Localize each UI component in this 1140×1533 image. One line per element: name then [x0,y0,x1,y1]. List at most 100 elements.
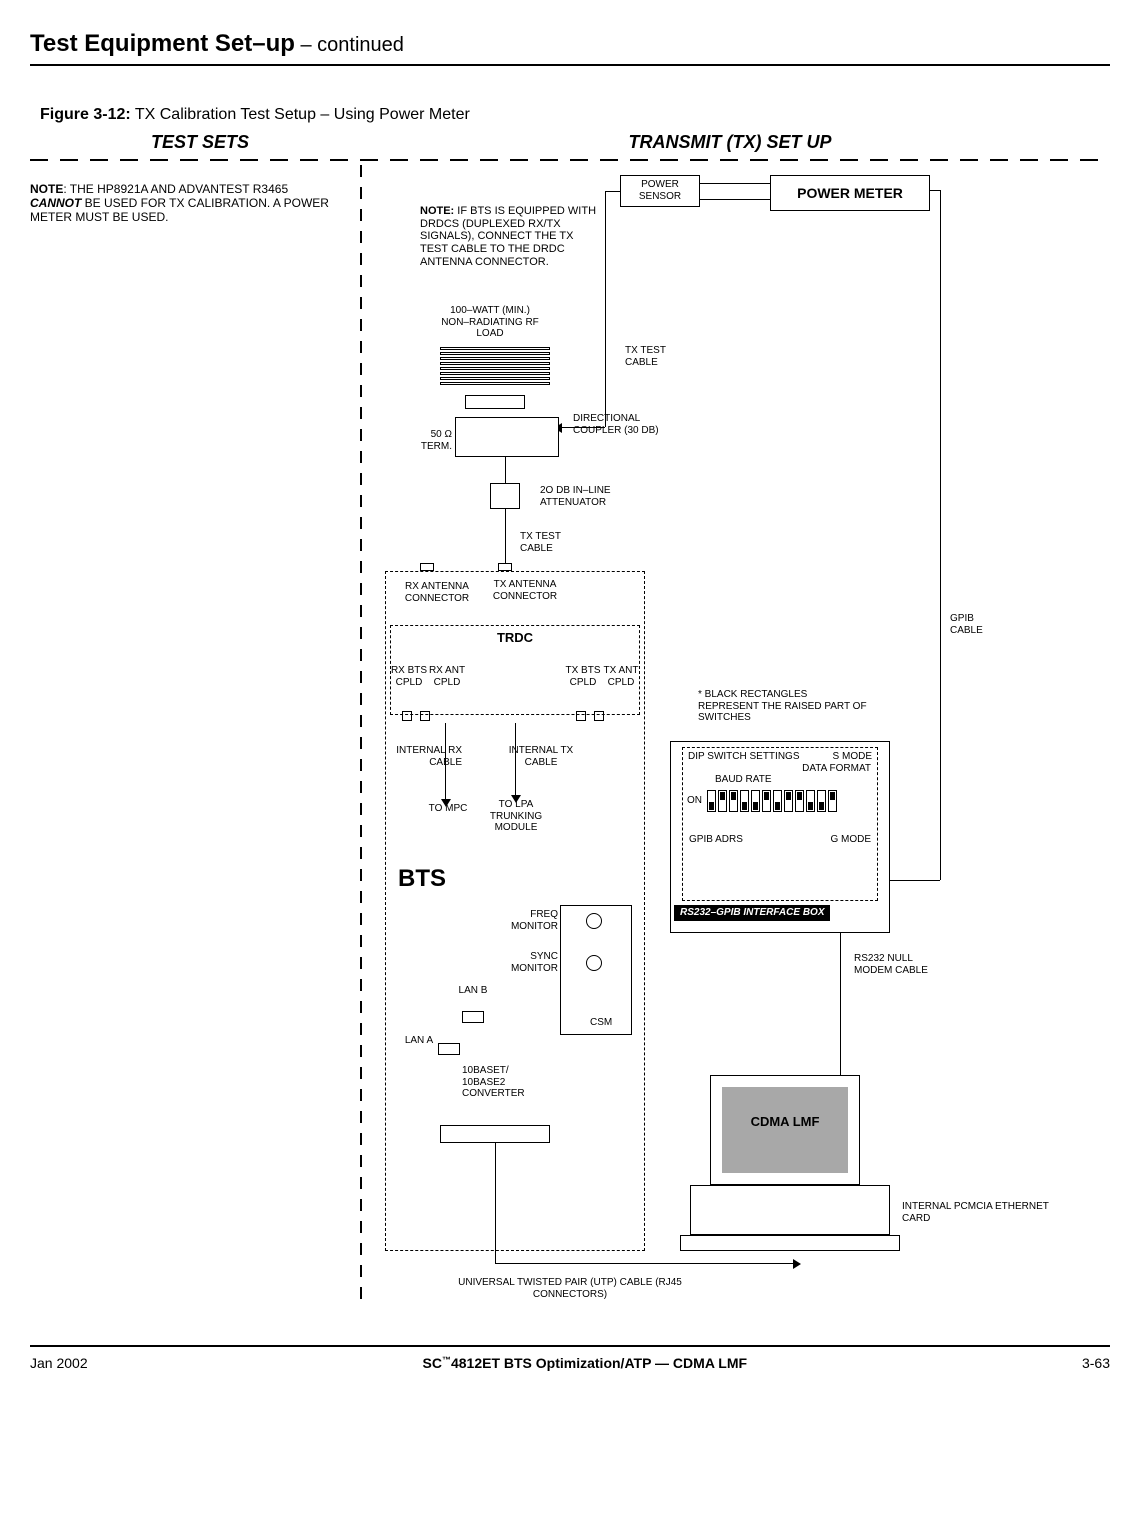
tx-ant-connector-icon [498,563,512,571]
tx-ant-cpld: TX ANT CPLD [602,665,640,688]
dip-9 [795,790,804,812]
note-right: NOTE: IF BTS IS EQUIPPED WITH DRDCS (DUP… [420,205,600,268]
trdc-port-row-right [576,711,604,725]
lan-b: LAN B [458,985,488,997]
section-divider-horizontal [30,159,1110,161]
sync-monitor-port [586,955,602,971]
baud-rate: BAUD RATE [715,774,877,786]
utp-label: UNIVERSAL TWISTED PAIR (UTP) CABLE (RJ45… [450,1277,690,1300]
rf-load-base [465,395,525,409]
rx-ant-cpld: RX ANT CPLD [428,665,466,688]
note-right-prefix: NOTE: [420,205,454,217]
trdc-port-row-left [402,711,430,725]
rx-ant-connector-icon [420,563,434,571]
directional-coupler-label: DIRECTIONAL COUPLER (30 DB) [573,413,663,436]
lan-b-port [462,1011,484,1023]
wire-sensor-to-meter-top [700,183,770,184]
laptop-base [690,1185,890,1235]
title-rule [30,64,1110,66]
dip-switch-area: DIP SWITCH SETTINGS S MODE DATA FORMAT B… [682,747,878,901]
gpib-cable-line2 [940,650,941,880]
interface-box-label: RS232–GPIB INTERFACE BOX [674,905,830,921]
section-left-title: TEST SETS [30,132,370,153]
dip-10 [806,790,815,812]
power-meter-label: POWER METER [797,185,903,201]
dip-8 [784,790,793,812]
page-title: Test Equipment Set–up – continued [30,30,1110,58]
lan-a: LAN A [404,1035,434,1047]
figure-caption: Figure 3-12: TX Calibration Test Setup –… [40,106,1110,124]
on-label: ON [687,795,702,807]
attenuator-label: 2O DB IN–LINE ATTENUATOR [540,485,640,508]
footer-title: SC™4812ET BTS Optimization/ATP — CDMA LM… [423,1355,748,1371]
footer: Jan 2002 SC™4812ET BTS Optimization/ATP … [30,1345,1110,1371]
coupler-to-atten [505,457,506,483]
dip-title: DIP SWITCH SETTINGS [688,751,800,763]
lan-a-port [438,1043,460,1055]
footer-tm: ™ [442,1355,451,1365]
trdc-label: TRDC [390,631,640,646]
rf-load-label: 100–WATT (MIN.) NON–RADIATING RF LOAD [435,305,545,340]
utp-line-h [495,1263,795,1264]
sensor-hook [605,191,620,192]
footer-page: 3-63 [1082,1355,1110,1371]
dip-1 [707,790,716,812]
dip-note: * BLACK RECTANGLES REPRESENT THE RAISED … [698,689,868,724]
rx-ant-connector-label: RX ANTENNA CONNECTOR [392,581,482,604]
csm-label: CSM [590,1017,612,1029]
atten-to-bts [505,509,506,571]
tx-bts-cpld: TX BTS CPLD [564,665,602,688]
pcmcia-label: INTERNAL PCMCIA ETHERNET CARD [902,1201,1052,1224]
sensor-down-line [605,191,606,427]
internal-rx-cable: INTERNAL RX CABLE [392,745,462,768]
converter-label: 10BASET/ 10BASE2 CONVERTER [462,1065,552,1100]
term-label: 50 Ω TERM. [408,429,452,452]
dip-5 [751,790,760,812]
note-left-body-a: : THE HP8921A AND ADVANTEST R3465 [63,182,288,196]
cdma-lmf-label: CDMA LMF [751,1114,820,1129]
dip-4 [740,790,749,812]
rs232-null-modem-cable: RS232 NULL MODEM CABLE [854,953,944,976]
tx-ant-connector-label: TX ANTENNA CONNECTOR [480,579,570,602]
power-sensor-box: POWER SENSOR [620,175,700,207]
freq-monitor: FREQ MONITOR [500,909,558,932]
section-divider-vertical [360,165,362,1305]
interface-box-label-wrap: RS232–GPIB INTERFACE BOX [674,905,830,921]
tx-test-cable-lower: TX TEST CABLE [520,531,580,554]
tx-test-cable-upper: TX TEST CABLE [625,345,685,368]
attenuator-box [490,483,520,509]
gpib-cable-label: GPIB CABLE [950,613,1000,636]
gpib-adrs: GPIB ADRS [689,834,743,846]
rx-bts-cpld: RX BTS CPLD [390,665,428,688]
laptop-screen-inner: CDMA LMF [722,1087,848,1173]
internal-tx-line [515,723,516,797]
dip-bottom-row: GPIB ADRS G MODE [689,834,871,846]
page-title-main: Test Equipment Set–up [30,30,295,57]
internal-rx-line [445,723,446,801]
dip-7 [773,790,782,812]
dip-12 [828,790,837,812]
dip-2 [718,790,727,812]
laptop-front [680,1235,900,1251]
dip-top-row: DIP SWITCH SETTINGS S MODE [688,751,872,763]
directional-coupler-box [455,417,559,457]
power-sensor-label: POWER SENSOR [639,179,681,202]
section-right-title: TRANSMIT (TX) SET UP [370,132,1090,153]
note-left-prefix: NOTE [30,182,63,196]
dip-switch-row: ON [687,790,873,812]
section-headers: TEST SETS TRANSMIT (TX) SET UP [30,132,1110,153]
figure-caption-text: TX Calibration Test Setup – Using Power … [131,106,470,123]
diagram: NOTE: THE HP8921A AND ADVANTEST R3465 CA… [30,165,1090,1325]
freq-monitor-port [586,913,602,929]
dip-11 [817,790,826,812]
power-meter-box: POWER METER [770,175,930,211]
page-title-suffix: – continued [295,34,404,56]
dip-3 [729,790,738,812]
s-mode: S MODE [833,751,872,763]
converter-box [440,1125,550,1143]
note-left: NOTE: THE HP8921A AND ADVANTEST R3465 CA… [30,183,330,224]
sync-monitor: SYNC MONITOR [500,951,558,974]
bts-label: BTS [398,865,446,893]
g-mode: G MODE [830,834,871,846]
data-format: DATA FORMAT [689,763,871,775]
